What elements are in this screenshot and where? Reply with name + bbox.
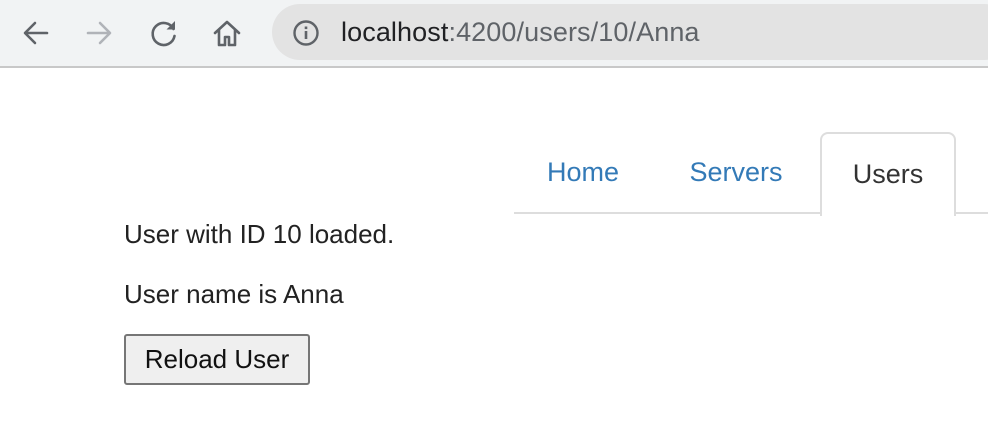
reload-icon <box>151 21 176 47</box>
page-content: Home Servers Users User with ID 10 loade… <box>0 68 988 440</box>
back-arrow-icon <box>23 21 49 45</box>
forward-arrow-icon <box>86 21 112 45</box>
user-name-message: User name is Anna <box>124 279 344 309</box>
url-host: localhost <box>341 17 449 47</box>
back-button[interactable] <box>17 14 55 52</box>
info-icon[interactable] <box>292 19 320 47</box>
tab-home[interactable]: Home <box>514 132 652 212</box>
user-loaded-message: User with ID 10 loaded. <box>124 219 395 249</box>
url-text[interactable]: localhost:4200/users/10/Anna <box>341 17 700 47</box>
browser-toolbar: localhost:4200/users/10/Anna <box>0 0 988 68</box>
home-icon <box>213 20 241 47</box>
address-bar[interactable]: localhost:4200/users/10/Anna <box>272 4 988 60</box>
tab-users[interactable]: Users <box>820 132 956 216</box>
url-path: :4200/users/10/Anna <box>448 17 700 47</box>
forward-button[interactable] <box>80 14 118 52</box>
reload-button[interactable] <box>145 14 183 52</box>
tab-servers[interactable]: Servers <box>656 132 816 212</box>
reload-user-button[interactable]: Reload User <box>124 334 310 385</box>
home-button[interactable] <box>208 14 246 52</box>
